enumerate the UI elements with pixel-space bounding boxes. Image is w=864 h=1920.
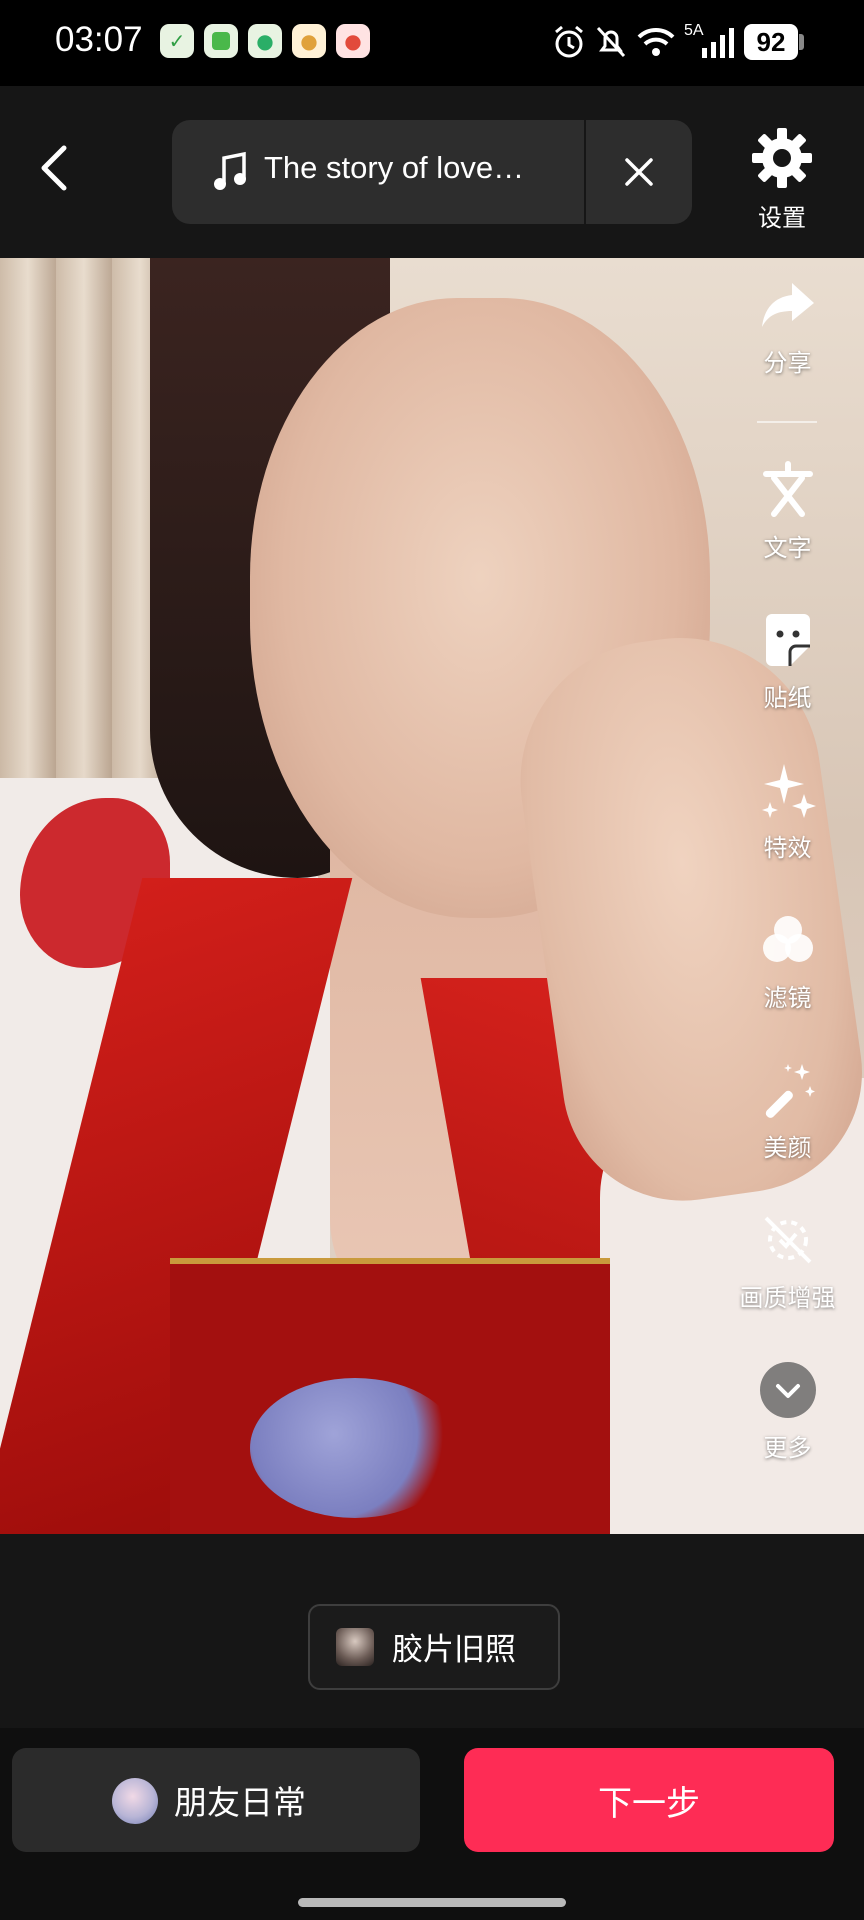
share-icon bbox=[761, 283, 814, 327]
back-icon[interactable] bbox=[30, 140, 86, 196]
tool-label: 分享 bbox=[763, 349, 812, 377]
text-icon bbox=[762, 461, 813, 517]
app-notification-icon: ✓ bbox=[160, 24, 194, 58]
divider bbox=[584, 120, 586, 224]
tool-quality-enhance[interactable]: 画质增强 bbox=[735, 1210, 840, 1313]
tool-share[interactable]: 分享 bbox=[735, 275, 840, 378]
friends-daily-button[interactable]: 朋友日常 bbox=[12, 1748, 420, 1852]
alarm-icon bbox=[555, 25, 583, 58]
wifi-icon bbox=[637, 27, 675, 56]
mute-icon bbox=[596, 26, 626, 58]
tool-label: 特效 bbox=[763, 834, 812, 862]
filter-thumbnail bbox=[336, 1628, 374, 1666]
editor-top-bar: The story of love… 设置 bbox=[0, 86, 864, 262]
music-title: The story of love… bbox=[264, 150, 525, 185]
app-notification-icon: ● bbox=[336, 24, 370, 58]
tool-beauty[interactable]: 美颜 bbox=[735, 1060, 840, 1163]
settings-button[interactable]: 设置 bbox=[742, 126, 822, 233]
quality-enhance-icon bbox=[764, 1216, 811, 1264]
battery-level: 92 bbox=[744, 24, 798, 60]
tool-more[interactable]: 更多 bbox=[735, 1360, 840, 1463]
filter-chip[interactable]: 胶片旧照 bbox=[308, 1604, 560, 1690]
tool-sticker[interactable]: 贴纸 bbox=[735, 610, 840, 713]
gear-icon bbox=[752, 128, 812, 188]
filter-icon bbox=[762, 916, 813, 962]
wechat-icon: ● bbox=[248, 24, 282, 58]
status-bar: 03:07 ✓ ● ● ● 5A 92 bbox=[0, 0, 864, 86]
avatar bbox=[112, 1778, 158, 1824]
settings-label: 设置 bbox=[758, 204, 806, 232]
sticker-icon bbox=[765, 614, 810, 666]
tool-label: 贴纸 bbox=[763, 684, 812, 712]
home-indicator[interactable] bbox=[298, 1898, 566, 1907]
tool-effects[interactable]: 特效 bbox=[735, 760, 840, 863]
next-button[interactable]: 下一步 bbox=[464, 1748, 834, 1852]
tool-label: 文字 bbox=[763, 534, 812, 562]
app-notification-icon bbox=[204, 24, 238, 58]
divider bbox=[757, 421, 817, 423]
music-selector[interactable]: The story of love… bbox=[172, 120, 692, 224]
next-label: 下一步 bbox=[598, 1784, 700, 1824]
tool-label: 滤镜 bbox=[763, 984, 812, 1012]
bottom-bar: 朋友日常 下一步 bbox=[0, 1728, 864, 1920]
embroidered-flower bbox=[250, 1378, 460, 1518]
filter-chip-label: 胶片旧照 bbox=[392, 1632, 516, 1668]
chevron-down-icon bbox=[759, 1362, 816, 1418]
friends-daily-label: 朋友日常 bbox=[174, 1783, 306, 1822]
tool-label: 画质增强 bbox=[739, 1284, 836, 1312]
photo-preview[interactable] bbox=[0, 258, 864, 1534]
status-time: 03:07 bbox=[55, 20, 143, 59]
battery-tip bbox=[799, 34, 804, 50]
music-note-icon bbox=[214, 151, 246, 190]
tool-filter[interactable]: 滤镜 bbox=[735, 910, 840, 1013]
tool-label: 更多 bbox=[763, 1434, 812, 1462]
tool-label: 美颜 bbox=[763, 1134, 812, 1162]
signal-icon bbox=[702, 28, 734, 58]
beauty-icon bbox=[765, 1064, 815, 1118]
close-icon[interactable] bbox=[617, 150, 661, 194]
tool-text[interactable]: 文字 bbox=[735, 460, 840, 563]
app-notification-icon: ● bbox=[292, 24, 326, 58]
effects-icon bbox=[761, 764, 816, 818]
